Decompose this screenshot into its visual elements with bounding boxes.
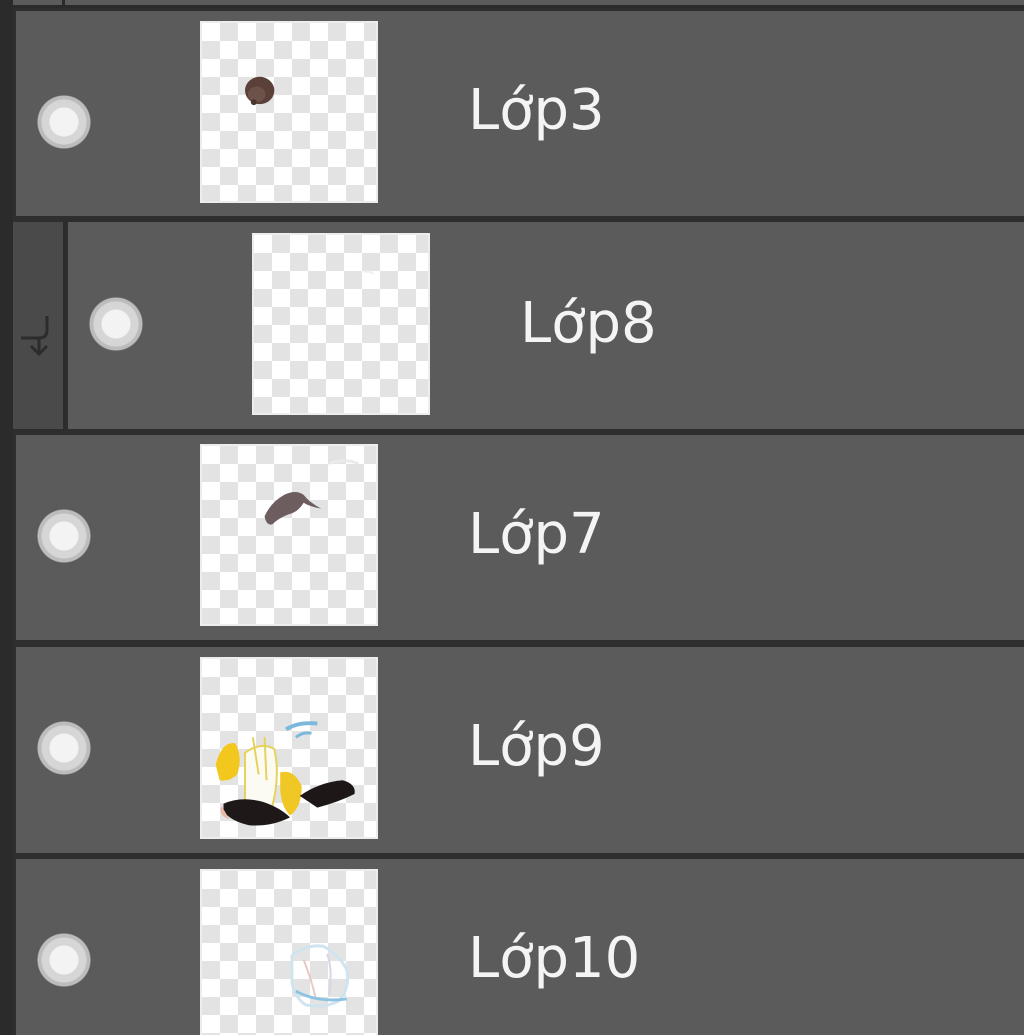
hair-strand-thumbnail [264,459,359,525]
visibility-toggle-icon[interactable] [89,297,143,351]
layer-thumbnail [200,869,378,1035]
layer-thumbnail [200,657,378,839]
clipping-arrow-icon [21,316,49,357]
layer-row-lop8[interactable]: Lớp8 [68,222,1024,429]
sketch-thumbnail [290,944,350,1008]
visibility-toggle-icon[interactable] [37,721,91,775]
layer-row-lop9[interactable]: Lớp9 [16,647,1024,853]
divider [62,0,65,8]
layer-thumbnail [200,21,378,203]
layer-name: Lớp3 [468,78,605,143]
layer-name: Lớp8 [520,291,657,356]
layer-row-lop7[interactable]: Lớp7 [16,435,1024,640]
layer-row-lop3[interactable]: Lớp3 [16,11,1024,216]
figure-thumbnail [215,721,355,826]
clipping-indicator [13,222,66,429]
panel-left-edge [0,0,13,1035]
previous-layer-edge [0,0,1024,8]
layer-name: Lớp10 [468,926,641,991]
visibility-toggle-icon[interactable] [37,933,91,987]
layers-panel: Lớp3 Lớp8 Lớp7 Lớp9 Lớp10 [0,0,1024,1035]
visibility-toggle-icon[interactable] [37,95,91,149]
layer-thumbnail [200,444,378,626]
layer-name: Lớp7 [468,502,605,567]
layer-name: Lớp9 [468,714,605,779]
empty-thumbnail [363,270,374,275]
layer-row-lop10[interactable]: Lớp10 [16,859,1024,1035]
layer-thumbnail [252,233,430,415]
visibility-toggle-icon[interactable] [37,509,91,563]
brown-blob-thumbnail [245,76,275,106]
